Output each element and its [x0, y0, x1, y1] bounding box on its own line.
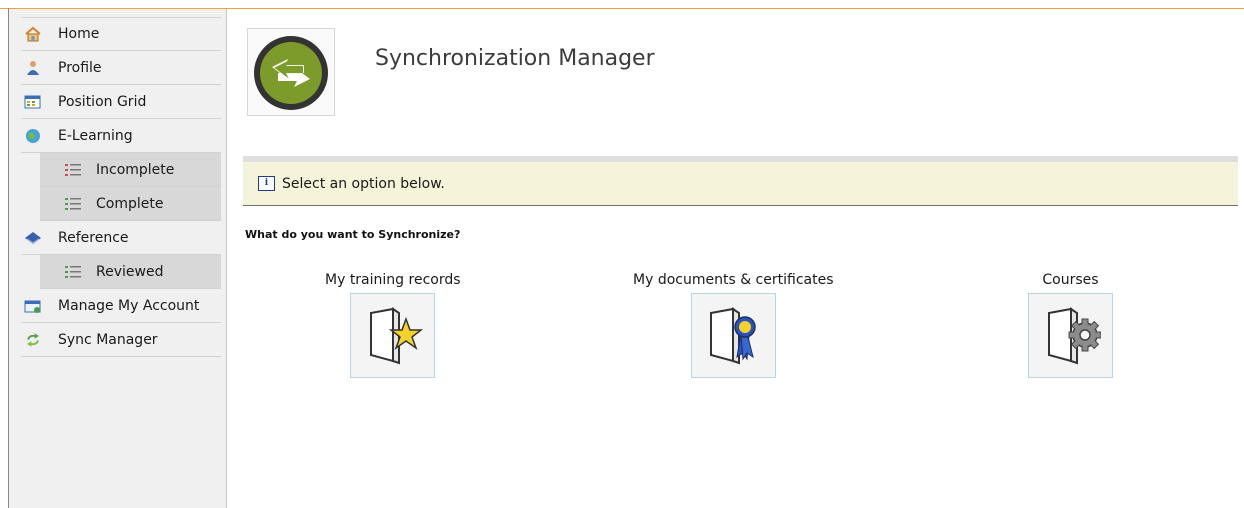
option-label: My documents & certificates [633, 272, 834, 288]
training-records-button[interactable] [350, 293, 436, 378]
sidebar-item-label: Reviewed [96, 263, 164, 280]
book-icon [24, 230, 46, 246]
sidebar-item-home[interactable]: Home [21, 17, 221, 51]
page-title: Synchronization Manager [375, 46, 655, 71]
sidebar-item-label: Home [58, 26, 100, 42]
sidebar-item-label: Manage My Account [58, 297, 200, 314]
sync-icon [24, 332, 46, 348]
sidebar-item-sync-manager[interactable]: Sync Manager [21, 323, 221, 357]
courses-button[interactable] [1028, 293, 1113, 378]
documents-certificates-button[interactable] [690, 293, 776, 378]
sidebar-item-reference[interactable]: Reference [21, 221, 221, 255]
option-label: My training records [325, 272, 461, 288]
account-icon [24, 298, 46, 314]
option-documents-certificates: My documents & certificates [633, 272, 834, 378]
sidebar-item-label: Complete [96, 195, 164, 212]
option-courses: Courses [1028, 272, 1113, 378]
sidebar-item-label: Profile [58, 59, 102, 76]
sidebar-item-label: Incomplete [96, 161, 175, 178]
info-banner: i Select an option below. [243, 162, 1238, 206]
sidebar-item-label: Reference [58, 229, 129, 246]
folder-gear-icon [1041, 303, 1101, 369]
sidebar-item-incomplete[interactable]: Incomplete [40, 153, 221, 187]
sidebar-item-label: E-Learning [58, 127, 133, 144]
sidebar-nav: Home Profile Position Grid E-Learning In… [21, 17, 221, 357]
sync-question: What do you want to Synchronize? [245, 228, 461, 241]
grid-icon [24, 94, 46, 110]
sidebar-item-label: Sync Manager [58, 331, 158, 348]
sidebar-item-e-learning[interactable]: E-Learning [21, 119, 221, 153]
sync-logo [247, 28, 335, 116]
list-icon [64, 196, 86, 212]
option-training-records: My training records [325, 272, 461, 378]
list-icon [64, 264, 86, 280]
globe-icon [24, 128, 46, 144]
list-icon [64, 162, 86, 178]
sidebar-item-reviewed[interactable]: Reviewed [40, 255, 221, 289]
info-text: Select an option below. [282, 175, 445, 192]
option-label: Courses [1042, 272, 1099, 288]
sync-logo-icon [248, 36, 334, 119]
folder-star-icon [363, 303, 423, 369]
sidebar-item-complete[interactable]: Complete [40, 187, 221, 221]
sidebar-item-manage-my-account[interactable]: Manage My Account [21, 289, 221, 323]
sidebar-item-label: Position Grid [58, 93, 147, 110]
home-icon [24, 26, 46, 42]
sidebar-item-position-grid[interactable]: Position Grid [21, 85, 221, 119]
folder-ribbon-icon [703, 303, 763, 369]
info-icon: i [258, 176, 275, 191]
sidebar-item-profile[interactable]: Profile [21, 51, 221, 85]
profile-icon [24, 60, 46, 76]
